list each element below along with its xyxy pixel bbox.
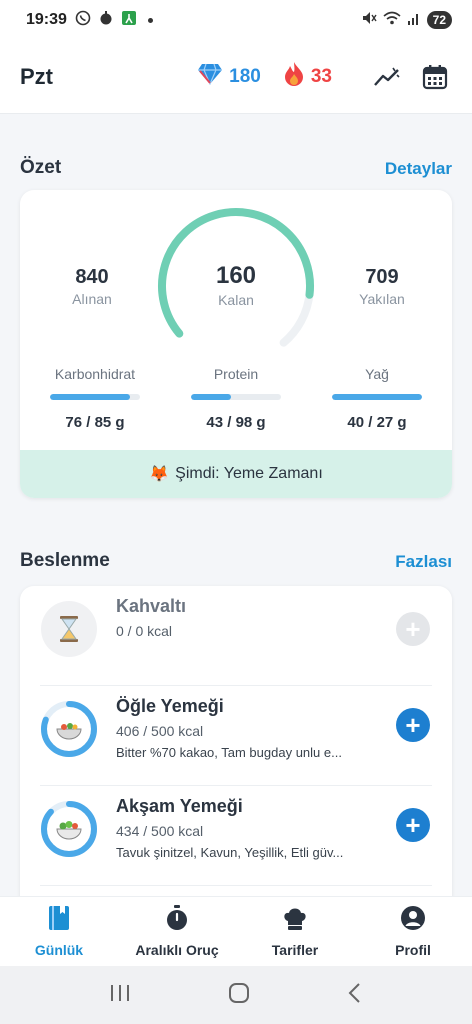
tab-fasting-label: Aralıklı Oruç: [135, 942, 219, 958]
trend-chart-icon[interactable]: [372, 62, 402, 92]
tab-diary-label: Günlük: [34, 942, 84, 958]
status-time: 19:39: [26, 11, 67, 28]
macro-carbs-fill: [50, 394, 131, 400]
recents-icon[interactable]: [109, 983, 131, 1008]
remaining-label: Kalan: [218, 292, 254, 308]
plus-icon: +: [405, 614, 421, 644]
lunch-bowl-icon: [56, 723, 82, 740]
meal-dinner-avatar: [40, 800, 98, 858]
more-notifications-dot: [147, 17, 153, 23]
consumed-stat: 840 Alınan: [32, 266, 152, 307]
summary-title: Özet: [20, 157, 62, 178]
meal-dinner[interactable]: Akşam Yemeği 434 / 500 kcal Tavuk şinitz…: [40, 786, 432, 886]
calorie-ring: 160 Kalan: [156, 206, 316, 366]
nutrition-more-link[interactable]: Fazlası: [395, 552, 452, 572]
macro-protein-fill: [191, 394, 231, 400]
macro-protein-value: 43 / 98 g: [206, 414, 266, 431]
tab-profile-label: Profil: [395, 942, 431, 958]
burned-value: 709: [365, 266, 399, 288]
meal-dinner-title: Akşam Yemeği: [116, 796, 243, 816]
macro-carbs-name: Karbonhidrat: [54, 366, 136, 382]
diary-icon: [48, 905, 70, 936]
day-label[interactable]: Pzt: [20, 64, 53, 90]
back-icon[interactable]: [347, 982, 363, 1009]
fox-emoji-icon: 🦊: [149, 466, 170, 483]
chef-hat-icon: [282, 905, 308, 936]
bottom-tab-bar: Günlük Aralıklı Oruç Tarifler Profil: [0, 896, 472, 966]
macro-protein: Protein 43 / 98 g: [181, 366, 291, 431]
consumed-label: Alınan: [72, 291, 112, 307]
profile-icon: [400, 905, 426, 936]
eating-time-banner[interactable]: 🦊 Şimdi: Yeme Zamanı: [20, 450, 452, 498]
nutrition-title: Beslenme: [20, 550, 110, 571]
summary-card: 840 Alınan 160 Kalan 709 Yakılan Karbonh…: [20, 190, 452, 498]
signal-icon: [407, 10, 421, 31]
burned-label: Yakılan: [359, 291, 405, 307]
mute-icon: [361, 10, 377, 31]
nutrition-card: Kahvaltı 0 / 0 kcal + Öğle Yemeği 406 / …: [20, 586, 452, 916]
macro-protein-bar: [191, 394, 281, 400]
burned-stat: 709 Yakılan: [322, 266, 442, 307]
add-breakfast-button[interactable]: +: [396, 612, 430, 646]
whatsapp-icon: [75, 10, 91, 31]
meal-breakfast-kcal: 0 / 0 kcal: [116, 623, 173, 639]
gems-count: 180: [229, 65, 261, 87]
remaining-value: 160: [215, 262, 257, 289]
tab-profile[interactable]: Profil: [354, 897, 472, 966]
macro-protein-name: Protein: [213, 366, 259, 382]
meal-lunch-kcal: 406 / 500 kcal: [116, 723, 204, 739]
tab-recipes[interactable]: Tarifler: [236, 897, 354, 966]
meal-lunch-foods: Bitter %70 kakao, Tam bugday unlu e...: [116, 745, 342, 760]
consumed-value: 840: [75, 266, 109, 288]
meal-dinner-foods: Tavuk şinitzel, Kavun, Yeşillik, Etli gü…: [116, 845, 344, 860]
meal-breakfast[interactable]: Kahvaltı 0 / 0 kcal +: [40, 586, 432, 686]
battery-indicator: 72: [426, 11, 452, 29]
activity-app-icon: [121, 10, 137, 31]
macro-carbs-bar: [50, 394, 140, 400]
tab-recipes-label: Tarifler: [271, 942, 319, 958]
salad-icon: [56, 821, 82, 840]
macro-fat-value: 40 / 27 g: [347, 414, 407, 431]
gems-counter[interactable]: 180: [197, 63, 261, 91]
tab-diary[interactable]: Günlük: [0, 897, 118, 966]
eating-time-text: Şimdi: Yeme Zamanı: [175, 465, 323, 482]
stopwatch-icon: [165, 905, 189, 936]
status-bar: 19:39 72: [0, 0, 472, 40]
summary-details-link[interactable]: Detaylar: [385, 159, 452, 179]
tab-fasting[interactable]: Aralıklı Oruç: [118, 897, 236, 966]
macro-fat-bar: [332, 394, 422, 400]
add-dinner-button[interactable]: +: [396, 808, 430, 842]
app-notification-icon: [98, 10, 114, 31]
wifi-icon: [383, 10, 401, 31]
meal-breakfast-avatar: [40, 600, 98, 658]
flame-icon: [283, 61, 305, 93]
macro-fat-fill: [332, 394, 422, 400]
macro-fat: Yağ 40 / 27 g: [322, 366, 432, 431]
meal-dinner-kcal: 434 / 500 kcal: [116, 823, 204, 839]
meal-lunch-title: Öğle Yemeği: [116, 696, 224, 716]
calendar-icon[interactable]: [420, 62, 450, 92]
diamond-icon: [197, 63, 223, 91]
plus-icon: +: [405, 710, 421, 740]
macro-carbs: Karbonhidrat 76 / 85 g: [40, 366, 150, 431]
macro-carbs-value: 76 / 85 g: [65, 414, 125, 431]
streak-count: 33: [310, 65, 332, 87]
meal-lunch[interactable]: Öğle Yemeği 406 / 500 kcal Bitter %70 ka…: [40, 686, 432, 786]
app-header: Pzt 180 33: [0, 40, 472, 114]
meal-lunch-avatar: [40, 700, 98, 758]
macro-fat-name: Yağ: [365, 366, 389, 382]
system-nav-bar: [0, 966, 472, 1024]
meal-breakfast-title: Kahvaltı: [116, 596, 187, 616]
home-icon[interactable]: [228, 982, 250, 1009]
streak-counter[interactable]: 33: [283, 61, 332, 93]
add-lunch-button[interactable]: +: [396, 708, 430, 742]
plus-icon: +: [405, 810, 421, 840]
